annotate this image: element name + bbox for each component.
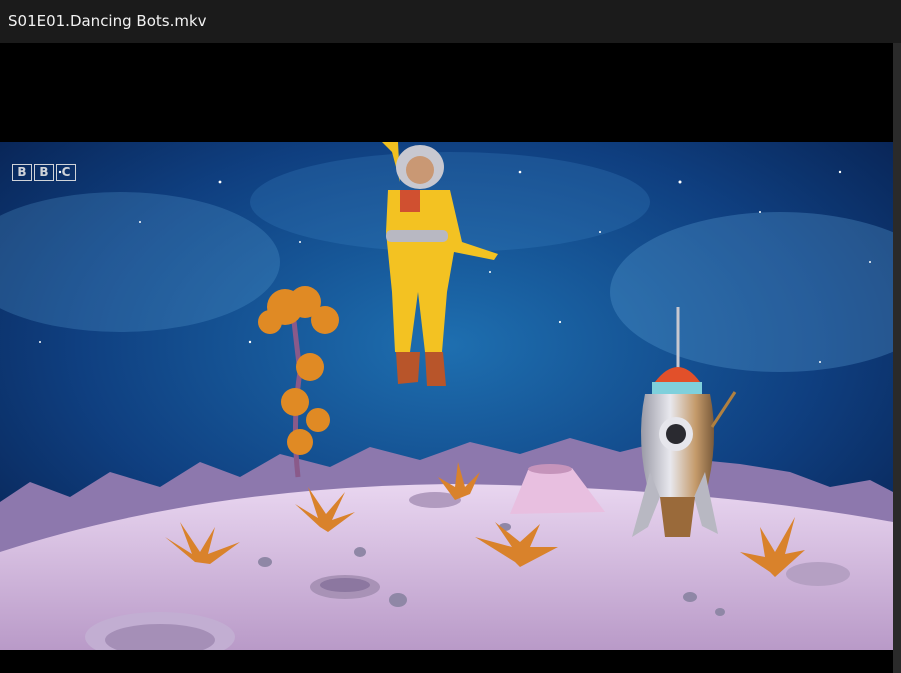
scrollbar[interactable] [893,43,901,673]
logo-letter-1: B [12,164,32,181]
video-frame[interactable] [0,142,893,650]
logo-letter-3: C [56,164,76,181]
window-title: S01E01.Dancing Bots.mkv [8,12,207,30]
video-scene [0,142,893,650]
title-bar[interactable]: S01E01.Dancing Bots.mkv [0,0,901,43]
logo-letter-2: B [34,164,54,181]
bbc-logo: B B C [12,164,76,181]
